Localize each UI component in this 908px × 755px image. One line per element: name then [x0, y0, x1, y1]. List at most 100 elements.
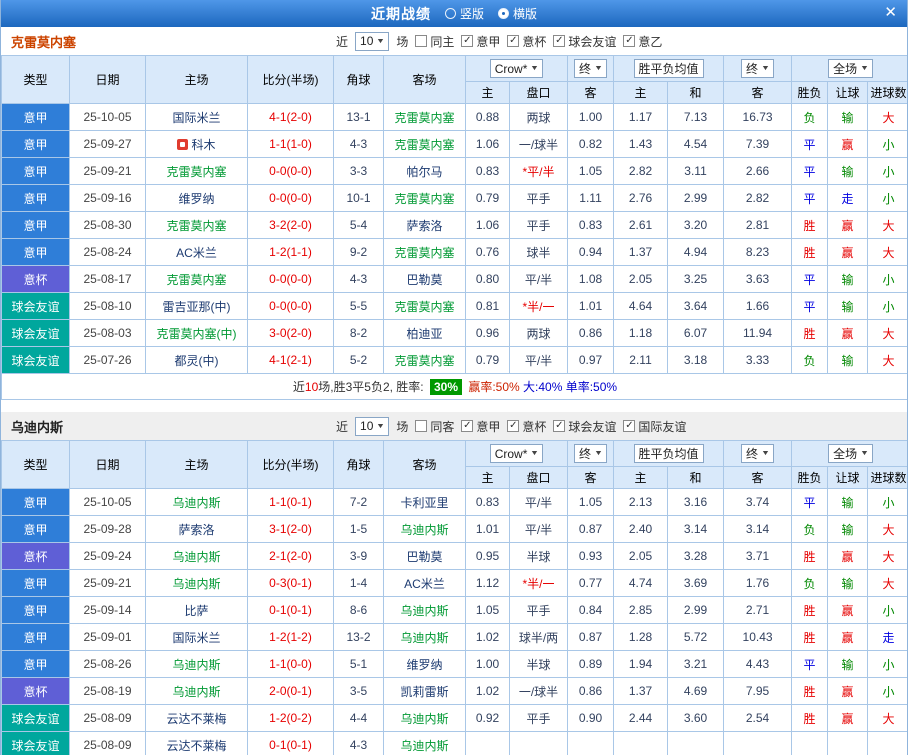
odds-company-select[interactable]: Crow* ▼ — [489, 59, 544, 78]
odds-away: 1.11 — [567, 184, 615, 212]
avg-home — [613, 731, 669, 755]
avg-home: 2.44 — [613, 704, 669, 732]
match-row: 球会友谊 25-08-03 克雷莫内塞(中) 3-0(2-0) 8-2 柏迪亚 0.96 两球… — [1, 319, 907, 347]
goals-total: 大 — [867, 103, 907, 131]
away-team[interactable]: 克雷莫内塞 — [383, 238, 466, 266]
layout-horizontal-radio[interactable]: 横版 — [498, 5, 537, 22]
away-team[interactable]: 乌迪内斯 — [383, 515, 466, 543]
goals-total: 小 — [867, 184, 907, 212]
filter-checkbox[interactable]: 同客 — [415, 418, 454, 435]
scope-select[interactable]: 全场 ▼ — [828, 59, 874, 78]
scope-select[interactable]: 全场 ▼ — [828, 444, 874, 463]
col-header-away: 客场 — [383, 55, 466, 104]
home-team[interactable]: 国际米兰 — [145, 623, 248, 651]
home-team[interactable]: 国际米兰 — [145, 103, 248, 131]
away-team[interactable]: 维罗纳 — [383, 650, 466, 678]
filter-checkbox[interactable]: ✓ 意乙 — [623, 33, 662, 50]
score: 0-1(0-1) — [247, 731, 334, 755]
matches-label: 场 — [396, 34, 409, 49]
avg-stage-select[interactable]: 终 ▼ — [741, 59, 774, 78]
home-team[interactable]: 克雷莫内塞(中) — [145, 319, 248, 347]
home-team[interactable]: 乌迪内斯 — [145, 677, 248, 705]
away-team[interactable]: 克雷莫内塞 — [383, 346, 466, 374]
home-team[interactable]: 克雷莫内塞 — [145, 265, 248, 293]
result: 负 — [791, 515, 829, 543]
home-team[interactable]: 克雷莫内塞 — [145, 157, 248, 185]
filter-checkbox[interactable]: ✓ 意甲 — [461, 33, 500, 50]
away-team[interactable]: 克雷莫内塞 — [383, 184, 466, 212]
away-team[interactable]: 乌迪内斯 — [383, 704, 466, 732]
away-team[interactable]: 卡利亚里 — [383, 488, 466, 516]
away-team[interactable]: 克雷莫内塞 — [383, 103, 466, 131]
filter-checkbox[interactable]: ✓ 意甲 — [461, 418, 500, 435]
team-section: 乌迪内斯近 10 ▼ 场同客 ✓ 意甲 ✓ 意杯 ✓ 球会友谊 ✓ 国际友谊 类型 日期 主场 比分(半场) 角… — [1, 412, 907, 755]
checkbox-checked-icon: ✓ — [623, 420, 636, 432]
summary-part: 大:40% — [519, 380, 563, 394]
league-badge: 意甲 — [1, 130, 70, 158]
home-team[interactable]: 比萨 — [145, 596, 248, 624]
home-team[interactable]: 萨索洛 — [145, 515, 248, 543]
away-team[interactable]: 乌迪内斯 — [383, 596, 466, 624]
filter-checkbox[interactable]: ✓ 球会友谊 — [553, 33, 616, 50]
away-team[interactable]: 克雷莫内塞 — [383, 130, 466, 158]
match-date: 25-08-19 — [69, 677, 146, 705]
league-badge: 意甲 — [1, 650, 70, 678]
home-team[interactable]: 科木 — [145, 130, 248, 158]
avg-away: 1.66 — [723, 292, 793, 320]
home-team[interactable]: 乌迪内斯 — [145, 488, 248, 516]
layout-horizontal-label: 横版 — [513, 7, 538, 21]
home-team[interactable]: 云达不莱梅 — [145, 704, 248, 732]
odds-company-select[interactable]: Crow* ▼ — [489, 444, 544, 463]
filter-checkbox[interactable]: ✓ 意杯 — [507, 418, 546, 435]
filter-checkbox[interactable]: ✓ 球会友谊 — [553, 418, 616, 435]
away-team[interactable]: 凯莉雷斯 — [383, 677, 466, 705]
home-team[interactable]: 雷吉亚那(中) — [145, 292, 248, 320]
avg-stage-select[interactable]: 终 ▼ — [741, 444, 774, 463]
avg-type-select[interactable]: 胜平负均值 — [633, 59, 704, 78]
odds-home: 0.79 — [465, 184, 510, 212]
home-team[interactable]: 维罗纳 — [145, 184, 248, 212]
home-team[interactable]: AC米兰 — [145, 238, 248, 266]
subcol-result: 胜负 — [791, 81, 829, 104]
filter-checkbox[interactable]: ✓ 意杯 — [507, 33, 546, 50]
away-team[interactable]: 乌迪内斯 — [383, 623, 466, 651]
checkbox-unchecked-icon — [415, 35, 428, 47]
odds-stage-select[interactable]: 终 ▼ — [574, 59, 607, 78]
layout-vertical-radio[interactable]: 竖版 — [444, 5, 484, 22]
odds-stage-select[interactable]: 终 ▼ — [574, 444, 607, 463]
home-team[interactable]: 克雷莫内塞 — [145, 211, 248, 239]
away-team[interactable]: 巴勒莫 — [383, 542, 466, 570]
home-team[interactable]: 都灵(中) — [145, 346, 248, 374]
away-team[interactable]: AC米兰 — [383, 569, 466, 597]
odds-home: 0.79 — [465, 346, 510, 374]
home-team[interactable]: 乌迪内斯 — [145, 650, 248, 678]
subcol-avg-draw: 和 — [667, 81, 725, 104]
away-team[interactable]: 克雷莫内塞 — [383, 292, 466, 320]
section-header-bar: 乌迪内斯 近 10 ▼ 场同客 ✓ 意甲 ✓ 意杯 ✓ 球会友谊 ✓ 国际友谊 — [1, 412, 907, 440]
avg-home: 1.28 — [613, 623, 669, 651]
away-team[interactable]: 帕尔马 — [383, 157, 466, 185]
home-team[interactable]: 乌迪内斯 — [145, 542, 248, 570]
home-team[interactable]: 云达不莱梅 — [145, 731, 248, 755]
filter-checkbox[interactable]: ✓ 国际友谊 — [623, 418, 686, 435]
away-team[interactable]: 柏迪亚 — [383, 319, 466, 347]
handicap-result: 输 — [827, 292, 869, 320]
goals-total: 走 — [867, 623, 907, 651]
filter-checkbox[interactable]: 同主 — [415, 33, 454, 50]
home-team[interactable]: 乌迪内斯 — [145, 569, 248, 597]
avg-type-select[interactable]: 胜平负均值 — [633, 444, 704, 463]
close-icon[interactable]: ✕ — [884, 4, 897, 22]
match-date: 25-09-21 — [69, 569, 146, 597]
away-team[interactable]: 巴勒莫 — [383, 265, 466, 293]
away-team[interactable]: 乌迪内斯 — [383, 731, 466, 755]
match-row: 意甲 25-09-14 比萨 0-1(0-1) 8-6 乌迪内斯 1.05 平手 0.84 2.8… — [1, 596, 907, 624]
sections-container: 克雷莫内塞近 10 ▼ 场同主 ✓ 意甲 ✓ 意杯 ✓ 球会友谊 ✓ 意乙 类型 日期 主场 比分(半场) 角球… — [1, 27, 907, 755]
away-team[interactable]: 萨索洛 — [383, 211, 466, 239]
chevron-down-icon: ▼ — [860, 65, 870, 72]
match-row: 球会友谊 25-08-09 云达不莱梅 0-1(0-1) 4-3 乌迪内斯 — [1, 731, 907, 755]
subcol-avg-draw: 和 — [667, 466, 725, 489]
handicap-result: 赢 — [827, 542, 869, 570]
col-header-home: 主场 — [145, 55, 248, 104]
match-count-select[interactable]: 10 ▼ — [355, 416, 390, 436]
match-count-select[interactable]: 10 ▼ — [355, 31, 390, 51]
